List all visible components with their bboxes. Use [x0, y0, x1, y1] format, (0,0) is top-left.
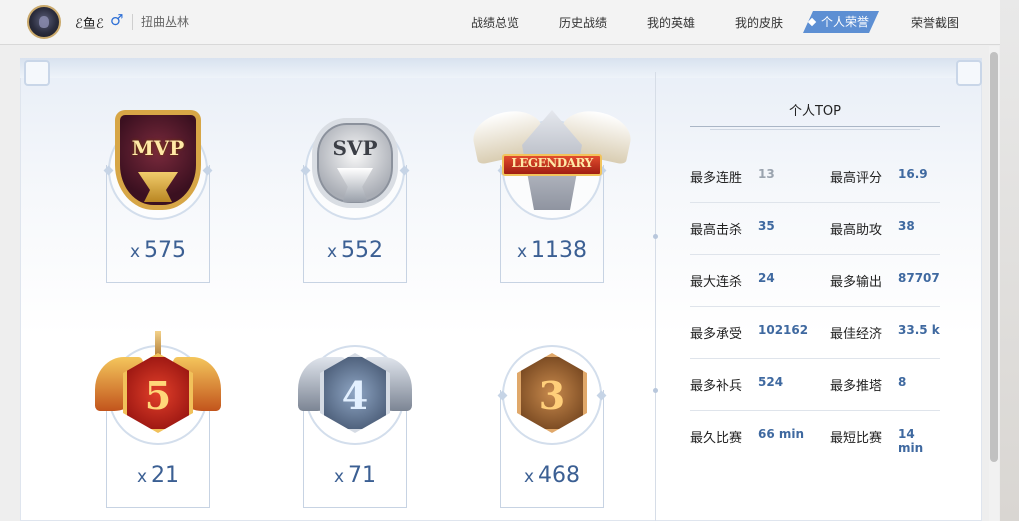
divider-dot [653, 388, 658, 393]
tab-match-history[interactable]: 历史战绩 [559, 14, 607, 31]
tab-honor-screenshots[interactable]: 荣誉截图 [911, 14, 959, 31]
stat-label: 最多输出 [830, 275, 883, 290]
count-prefix: x [516, 242, 528, 262]
honor-badge-penta-kill: 5 x 21 [93, 331, 223, 510]
emblem-text: LEGENDARY [511, 156, 593, 170]
username: ℰ鱼ℰ [75, 17, 104, 32]
personal-top-title: 个人TOP [788, 104, 841, 119]
stat-label: 最佳经济 [830, 327, 883, 342]
count-value: 1138 [531, 238, 588, 263]
stat-label: 最高击杀 [690, 223, 743, 238]
count-prefix: x [326, 242, 338, 262]
tab-personal-honors[interactable]: 个人荣誉 [803, 11, 879, 33]
stat-row: 最久比赛 66 min 最短比赛 14 min [690, 410, 940, 462]
count-value: 21 [151, 463, 180, 488]
stat-value: 24 [758, 271, 775, 285]
honor-badge-mvp: MVP x 575 [93, 110, 223, 285]
stat-label: 最多推塔 [830, 379, 883, 394]
honor-count: x 71 [290, 463, 420, 488]
tab-battle-overview[interactable]: 战绩总览 [471, 14, 519, 31]
stat-value: 8 [898, 375, 907, 389]
stat-label: 最多承受 [690, 327, 743, 342]
header-divider [132, 14, 133, 30]
stat-value: 66 min [758, 427, 805, 441]
male-gender-icon: ♂ [110, 11, 124, 29]
stat-value: 38 [898, 219, 915, 233]
count-prefix: x [136, 467, 148, 487]
stat-value: 524 [758, 375, 784, 389]
count-value: 552 [341, 238, 384, 263]
emblem-text: 3 [538, 373, 566, 418]
emblem-text: SVP [332, 136, 378, 160]
honor-count: x 1138 [487, 238, 617, 263]
count-prefix: x [129, 242, 141, 262]
stat-row: 最多补兵 524 最多推塔 8 [690, 358, 940, 411]
background-strip [1000, 0, 1019, 521]
stat-value: 33.5 k [898, 323, 940, 337]
stat-label: 最多补兵 [690, 379, 743, 394]
stat-value: 35 [758, 219, 775, 233]
corner-ornament-right [956, 60, 982, 86]
corner-ornament-left [24, 60, 50, 86]
count-value: 468 [538, 463, 581, 488]
count-value: 575 [144, 238, 187, 263]
scrollbar-thumb[interactable] [990, 52, 998, 462]
honor-count: x 552 [290, 238, 420, 263]
stat-row: 最大连杀 24 最多输出 87707 [690, 254, 940, 307]
stat-label: 最久比赛 [690, 431, 743, 446]
stat-label: 最多连胜 [690, 171, 743, 186]
honor-count: x 468 [487, 463, 617, 488]
honor-count: x 575 [93, 238, 223, 263]
divider-dot [653, 234, 658, 239]
emblem-text: MVP [131, 136, 185, 160]
stat-row: 最多连胜 13 最高评分 16.9 [690, 150, 940, 203]
stat-value: 14 min [898, 427, 924, 455]
count-prefix: x [333, 467, 345, 487]
user-avatar[interactable] [27, 5, 61, 39]
stat-value: 102162 [758, 323, 809, 337]
emblem-text: 5 [144, 373, 172, 418]
stat-row: 最多承受 102162 最佳经济 33.5 k [690, 306, 940, 359]
stat-label: 最高评分 [830, 171, 883, 186]
server-region: 扭曲丛林 [141, 15, 190, 29]
tab-my-heroes[interactable]: 我的英雄 [647, 14, 695, 31]
stat-label: 最高助攻 [830, 223, 883, 238]
honor-badge-svp: SVP x 552 [290, 110, 420, 285]
stat-value: 87707 [898, 271, 940, 285]
stat-label: 最短比赛 [830, 431, 883, 446]
stat-label: 最大连杀 [690, 275, 743, 290]
count-value: 71 [348, 463, 377, 488]
title-underline [690, 124, 940, 130]
panel-header-band [20, 58, 982, 78]
honor-badge-quadra-kill: 4 x 71 [290, 335, 420, 510]
stat-value: 13 [758, 167, 775, 181]
tab-my-skins[interactable]: 我的皮肤 [735, 14, 783, 31]
count-prefix: x [523, 467, 535, 487]
panel-divider [655, 72, 656, 521]
stat-row: 最高击杀 35 最高助攻 38 [690, 202, 940, 255]
honor-badge-legendary: LEGENDARY x 1138 [468, 105, 636, 285]
honor-badge-triple-kill: 3 x 468 [487, 335, 617, 510]
honor-count: x 21 [93, 463, 223, 488]
emblem-text: 4 [341, 373, 369, 418]
stat-value: 16.9 [898, 167, 928, 181]
